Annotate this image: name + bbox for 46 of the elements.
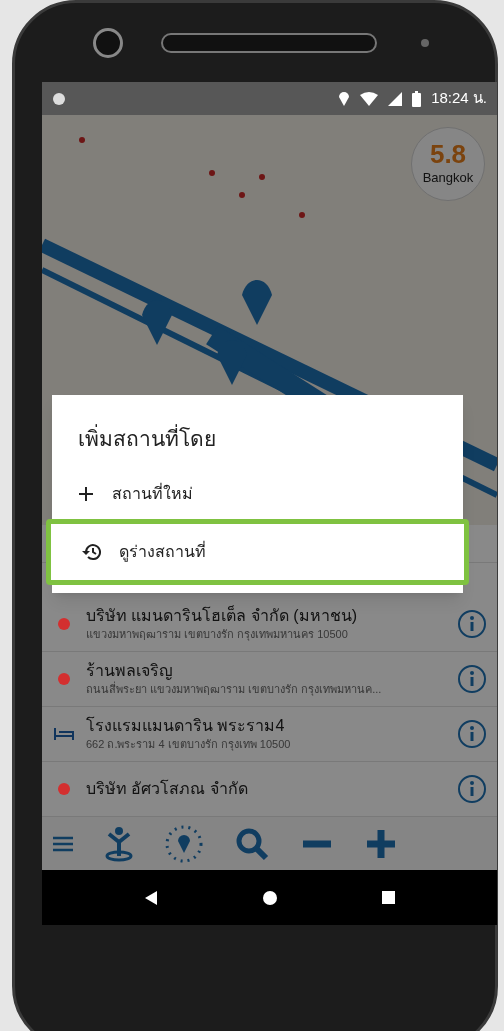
sensor-icon	[421, 38, 429, 47]
place-address: ถนนสี่พระยา แขวงมหาพฤฒาราม เขตบางรัก กรุงเทพมหานค...	[86, 681, 383, 697]
back-icon[interactable]	[144, 889, 159, 906]
map-poi-dot	[259, 174, 265, 180]
place-name: บริษัท อัศวโสภณ จำกัด	[86, 779, 249, 799]
recents-icon[interactable]	[381, 891, 395, 904]
place-name: บริษัท แมนดารินโฮเต็ล จำกัด (มหาชน)	[86, 606, 358, 626]
nearby-pin-icon[interactable]	[164, 824, 204, 864]
info-icon[interactable]	[457, 664, 487, 694]
search-icon[interactable]	[234, 826, 270, 862]
map-poi-dot	[299, 212, 305, 218]
map-poi-dot	[239, 192, 245, 198]
index-value: 5.8	[429, 140, 467, 169]
camera-icon	[93, 27, 123, 58]
app-notification-icon	[52, 91, 66, 106]
place-name: ร้านพลเจริญ	[86, 661, 174, 681]
menu-item[interactable]: ดูร่างสถานที่	[46, 518, 469, 585]
menu-icon[interactable]	[52, 836, 74, 852]
map-poi-dot	[79, 137, 85, 143]
place-address: 662 ถ.พระราม 4 เขตบางรัก กรุงเทพ 10500	[86, 737, 292, 752]
menu-item[interactable]: สถานที่ใหม่	[52, 468, 463, 519]
bed-icon	[54, 727, 74, 741]
place-row[interactable]: บริษัท แมนดารินโฮเต็ล จำกัด (มหาชน) แขวงมหาพฤฒาราม เขตบางรัก กรุงเทพมหานคร 10500	[42, 597, 497, 652]
map-pin-icon[interactable]	[242, 280, 272, 325]
info-icon[interactable]	[457, 719, 487, 749]
wifi-icon	[360, 91, 379, 106]
city-badge[interactable]: 5.8 Bangkok	[411, 127, 485, 201]
info-icon[interactable]	[457, 774, 487, 804]
dialog-title: เพิ่มสถานที่โดย	[52, 423, 463, 455]
place-name: โรงแรมแมนดาริน พระราม4	[86, 716, 286, 736]
map-poi-dot	[209, 170, 215, 176]
zoom-in-icon[interactable]	[364, 827, 398, 861]
city-label: Bangkok	[422, 169, 474, 188]
place-row[interactable]: โรงแรมแมนดาริน พระราม4 662 ถ.พระราม 4 เขตบางรัก กรุงเทพ 10500	[42, 707, 497, 762]
home-icon[interactable]	[263, 890, 277, 905]
person-location-icon[interactable]	[104, 826, 134, 862]
battery-icon	[412, 90, 422, 107]
info-icon[interactable]	[457, 609, 487, 639]
history-icon	[81, 542, 101, 561]
location-icon	[338, 90, 351, 107]
place-row[interactable]: ร้านพลเจริญ ถนนสี่พระยา แขวงมหาพฤฒาราม เขตบางรัก กรุงเทพมหานค...	[42, 652, 497, 707]
signal-icon	[388, 91, 403, 106]
place-row[interactable]: บริษัท อัศวโสภณ จำกัด	[42, 762, 497, 817]
status-time: 18:24 น.	[431, 88, 487, 109]
place-address: แขวงมหาพฤฒาราม เขตบางรัก กรุงเทพมหานคร 10500	[86, 627, 349, 642]
plus-icon	[78, 485, 94, 502]
